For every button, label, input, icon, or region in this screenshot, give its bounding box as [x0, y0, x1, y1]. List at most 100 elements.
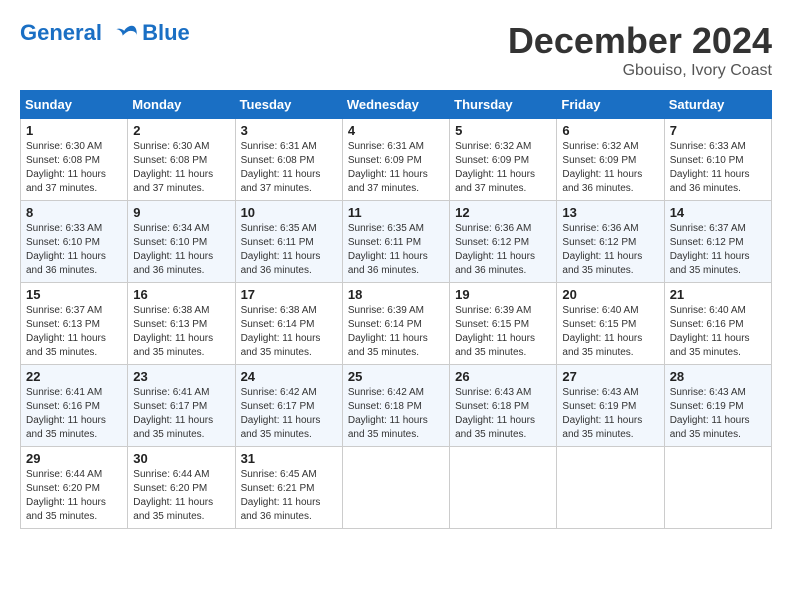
- location-subtitle: Gbouiso, Ivory Coast: [508, 62, 772, 80]
- calendar-cell: 29 Sunrise: 6:44 AM Sunset: 6:20 PM Dayl…: [21, 447, 128, 529]
- day-info: Sunrise: 6:36 AM Sunset: 6:12 PM Dayligh…: [455, 222, 551, 278]
- sunrise-text: Sunrise: 6:40 AM: [562, 304, 658, 318]
- sunset-text: Sunset: 6:12 PM: [670, 236, 766, 250]
- sunrise-text: Sunrise: 6:43 AM: [562, 386, 658, 400]
- calendar-cell: 19 Sunrise: 6:39 AM Sunset: 6:15 PM Dayl…: [450, 283, 557, 365]
- daylight-text: Daylight: 11 hours and 35 minutes.: [241, 332, 337, 360]
- calendar-cell: 2 Sunrise: 6:30 AM Sunset: 6:08 PM Dayli…: [128, 119, 235, 201]
- logo-blue: Blue: [142, 20, 190, 46]
- daylight-text: Daylight: 11 hours and 36 minutes.: [241, 250, 337, 278]
- sunset-text: Sunset: 6:12 PM: [455, 236, 551, 250]
- day-info: Sunrise: 6:37 AM Sunset: 6:13 PM Dayligh…: [26, 304, 122, 360]
- day-number: 12: [455, 205, 551, 220]
- calendar-cell: 10 Sunrise: 6:35 AM Sunset: 6:11 PM Dayl…: [235, 201, 342, 283]
- sunset-text: Sunset: 6:13 PM: [133, 318, 229, 332]
- sunset-text: Sunset: 6:15 PM: [562, 318, 658, 332]
- logo: General Blue: [20, 20, 190, 46]
- sunrise-text: Sunrise: 6:32 AM: [562, 140, 658, 154]
- day-info: Sunrise: 6:43 AM Sunset: 6:19 PM Dayligh…: [670, 386, 766, 442]
- calendar-cell: 12 Sunrise: 6:36 AM Sunset: 6:12 PM Dayl…: [450, 201, 557, 283]
- sunrise-text: Sunrise: 6:35 AM: [241, 222, 337, 236]
- day-info: Sunrise: 6:35 AM Sunset: 6:11 PM Dayligh…: [348, 222, 444, 278]
- daylight-text: Daylight: 11 hours and 35 minutes.: [133, 496, 229, 524]
- day-number: 19: [455, 287, 551, 302]
- daylight-text: Daylight: 11 hours and 36 minutes.: [455, 250, 551, 278]
- sunset-text: Sunset: 6:08 PM: [241, 154, 337, 168]
- sunrise-text: Sunrise: 6:38 AM: [133, 304, 229, 318]
- day-info: Sunrise: 6:44 AM Sunset: 6:20 PM Dayligh…: [133, 468, 229, 524]
- day-info: Sunrise: 6:40 AM Sunset: 6:15 PM Dayligh…: [562, 304, 658, 360]
- calendar-cell: 18 Sunrise: 6:39 AM Sunset: 6:14 PM Dayl…: [342, 283, 449, 365]
- calendar-cell: 4 Sunrise: 6:31 AM Sunset: 6:09 PM Dayli…: [342, 119, 449, 201]
- sunset-text: Sunset: 6:19 PM: [562, 400, 658, 414]
- calendar-row: 8 Sunrise: 6:33 AM Sunset: 6:10 PM Dayli…: [21, 201, 772, 283]
- day-number: 4: [348, 123, 444, 138]
- daylight-text: Daylight: 11 hours and 35 minutes.: [26, 332, 122, 360]
- calendar-cell: 30 Sunrise: 6:44 AM Sunset: 6:20 PM Dayl…: [128, 447, 235, 529]
- sunset-text: Sunset: 6:17 PM: [241, 400, 337, 414]
- sunset-text: Sunset: 6:12 PM: [562, 236, 658, 250]
- day-info: Sunrise: 6:39 AM Sunset: 6:14 PM Dayligh…: [348, 304, 444, 360]
- day-number: 1: [26, 123, 122, 138]
- daylight-text: Daylight: 11 hours and 35 minutes.: [241, 414, 337, 442]
- day-info: Sunrise: 6:36 AM Sunset: 6:12 PM Dayligh…: [562, 222, 658, 278]
- sunset-text: Sunset: 6:10 PM: [670, 154, 766, 168]
- sunrise-text: Sunrise: 6:34 AM: [133, 222, 229, 236]
- day-info: Sunrise: 6:33 AM Sunset: 6:10 PM Dayligh…: [670, 140, 766, 196]
- calendar-table: Sunday Monday Tuesday Wednesday Thursday…: [20, 90, 772, 529]
- logo-bird-icon: [112, 23, 138, 45]
- sunrise-text: Sunrise: 6:38 AM: [241, 304, 337, 318]
- sunrise-text: Sunrise: 6:37 AM: [670, 222, 766, 236]
- sunset-text: Sunset: 6:20 PM: [133, 482, 229, 496]
- day-number: 20: [562, 287, 658, 302]
- sunset-text: Sunset: 6:09 PM: [562, 154, 658, 168]
- sunrise-text: Sunrise: 6:37 AM: [26, 304, 122, 318]
- calendar-cell: 3 Sunrise: 6:31 AM Sunset: 6:08 PM Dayli…: [235, 119, 342, 201]
- day-number: 11: [348, 205, 444, 220]
- day-number: 30: [133, 451, 229, 466]
- day-info: Sunrise: 6:30 AM Sunset: 6:08 PM Dayligh…: [26, 140, 122, 196]
- day-number: 23: [133, 369, 229, 384]
- day-number: 15: [26, 287, 122, 302]
- day-info: Sunrise: 6:41 AM Sunset: 6:17 PM Dayligh…: [133, 386, 229, 442]
- daylight-text: Daylight: 11 hours and 35 minutes.: [562, 332, 658, 360]
- day-number: 3: [241, 123, 337, 138]
- calendar-cell: 8 Sunrise: 6:33 AM Sunset: 6:10 PM Dayli…: [21, 201, 128, 283]
- col-friday: Friday: [557, 91, 664, 119]
- day-number: 13: [562, 205, 658, 220]
- daylight-text: Daylight: 11 hours and 36 minutes.: [348, 250, 444, 278]
- calendar-cell: [450, 447, 557, 529]
- calendar-cell: 9 Sunrise: 6:34 AM Sunset: 6:10 PM Dayli…: [128, 201, 235, 283]
- sunrise-text: Sunrise: 6:42 AM: [241, 386, 337, 400]
- sunrise-text: Sunrise: 6:31 AM: [348, 140, 444, 154]
- sunset-text: Sunset: 6:09 PM: [348, 154, 444, 168]
- day-info: Sunrise: 6:32 AM Sunset: 6:09 PM Dayligh…: [455, 140, 551, 196]
- sunset-text: Sunset: 6:21 PM: [241, 482, 337, 496]
- calendar-row: 29 Sunrise: 6:44 AM Sunset: 6:20 PM Dayl…: [21, 447, 772, 529]
- day-number: 16: [133, 287, 229, 302]
- calendar-cell: 16 Sunrise: 6:38 AM Sunset: 6:13 PM Dayl…: [128, 283, 235, 365]
- sunset-text: Sunset: 6:17 PM: [133, 400, 229, 414]
- day-info: Sunrise: 6:39 AM Sunset: 6:15 PM Dayligh…: [455, 304, 551, 360]
- calendar-cell: [342, 447, 449, 529]
- sunrise-text: Sunrise: 6:43 AM: [455, 386, 551, 400]
- sunrise-text: Sunrise: 6:39 AM: [348, 304, 444, 318]
- calendar-row: 1 Sunrise: 6:30 AM Sunset: 6:08 PM Dayli…: [21, 119, 772, 201]
- day-info: Sunrise: 6:31 AM Sunset: 6:08 PM Dayligh…: [241, 140, 337, 196]
- daylight-text: Daylight: 11 hours and 35 minutes.: [562, 250, 658, 278]
- daylight-text: Daylight: 11 hours and 36 minutes.: [133, 250, 229, 278]
- day-info: Sunrise: 6:45 AM Sunset: 6:21 PM Dayligh…: [241, 468, 337, 524]
- daylight-text: Daylight: 11 hours and 37 minutes.: [133, 168, 229, 196]
- calendar-cell: 26 Sunrise: 6:43 AM Sunset: 6:18 PM Dayl…: [450, 365, 557, 447]
- sunset-text: Sunset: 6:08 PM: [26, 154, 122, 168]
- daylight-text: Daylight: 11 hours and 36 minutes.: [241, 496, 337, 524]
- month-title: December 2024: [508, 20, 772, 62]
- calendar-cell: 14 Sunrise: 6:37 AM Sunset: 6:12 PM Dayl…: [664, 201, 771, 283]
- sunset-text: Sunset: 6:14 PM: [348, 318, 444, 332]
- daylight-text: Daylight: 11 hours and 37 minutes.: [455, 168, 551, 196]
- sunrise-text: Sunrise: 6:33 AM: [26, 222, 122, 236]
- col-saturday: Saturday: [664, 91, 771, 119]
- day-info: Sunrise: 6:43 AM Sunset: 6:19 PM Dayligh…: [562, 386, 658, 442]
- sunrise-text: Sunrise: 6:32 AM: [455, 140, 551, 154]
- day-number: 10: [241, 205, 337, 220]
